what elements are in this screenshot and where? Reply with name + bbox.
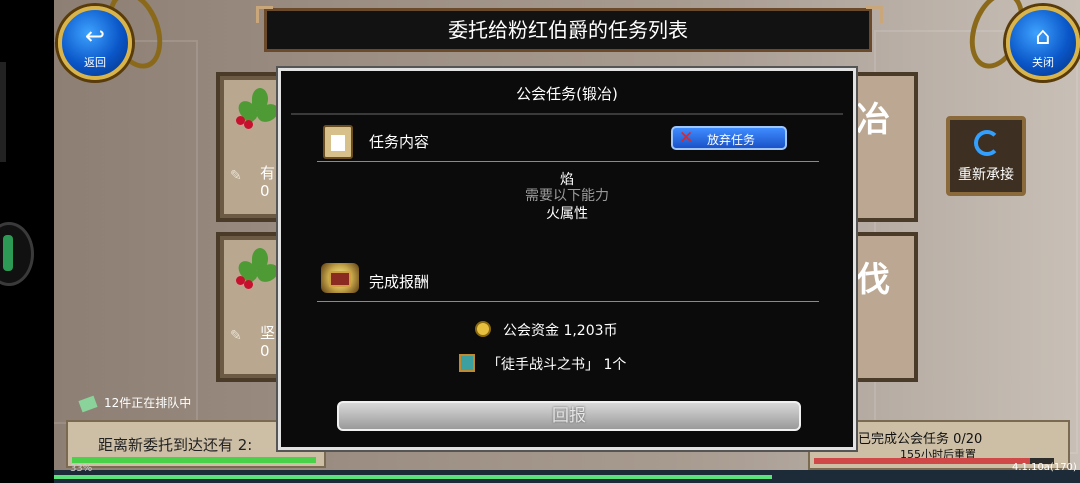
wall-panel [54,40,198,424]
next-request-text: 距离新委托到达还有 2: [98,436,253,454]
side-badge-icon[interactable] [0,222,34,286]
abandon-task-button[interactable]: ✕ 放弃任务 [671,126,787,150]
experience-percent: 33% [70,463,93,474]
treasure-chest-icon [321,263,359,293]
version-label: 4.1.10a(170) [1012,462,1077,473]
guild-task-dialog: 公会任务(锻冶) 任务内容 ✕ 放弃任务 焰 需要以下能力 火属性 完成报酬 公… [278,68,856,450]
feather-icon: ✎ [230,168,242,184]
task-card-text: 坚 0 [260,324,276,360]
left-system-bar [0,0,54,483]
page-title-bar: 委托给粉红伯爵的任务列表 [264,8,872,52]
dialog-title-divider [291,113,843,115]
report-button[interactable]: 回报 [337,401,801,431]
back-arrow-icon: ↩ [84,22,106,50]
close-button[interactable]: ⌂ 关闭 [1006,6,1080,80]
ticket-icon [78,395,98,412]
abandon-label: 放弃任务 [707,133,756,147]
book-icon [459,354,475,372]
task-card-right[interactable]: 冶 [848,72,918,222]
page-title: 委托给粉红伯爵的任务列表 [448,18,688,42]
requirement-label: 需要以下能力 [525,188,609,204]
reaccept-button[interactable]: 重新承接 [946,116,1026,196]
section-task-content: 任务内容 [369,133,430,151]
home-icon: ⌂ [1035,22,1051,50]
experience-bar [54,470,1080,483]
herb-icon [234,88,282,129]
timer-gauge [72,457,316,463]
section-reward: 完成报酬 [369,273,430,291]
clipboard-icon [323,125,353,159]
feather-icon: ✎ [230,328,242,344]
task-card-title-fragment: 冶 [856,100,890,140]
section-divider [317,301,819,302]
task-card-right[interactable]: 伐 [848,232,918,382]
left-edge-line [0,62,6,162]
queue-info: 12件正在排队中 [78,394,192,412]
reward-guild-funds: 公会资金 1,203币 [503,323,618,339]
report-label: 回报 [552,406,586,426]
title-corner-ornament [866,6,883,23]
refresh-icon [974,130,1000,156]
back-label: 返回 [84,56,106,69]
cross-icon: ✕ [679,128,694,148]
close-label: 关闭 [1032,56,1054,69]
completed-count-text: 已完成公会任务 0/20 [858,432,983,447]
coins-icon [475,321,491,337]
back-button[interactable]: ↩ 返回 [58,6,132,80]
reaccept-label: 重新承接 [958,167,1014,183]
title-corner-ornament [256,6,273,23]
task-card-title-fragment: 伐 [856,260,890,300]
reward-book: 「徒手战斗之书」 1个 [487,357,627,373]
section-divider [317,161,819,162]
dialog-title: 公会任务(锻冶) [516,85,618,103]
task-card-text: 有 0 [260,164,276,200]
herb-icon [234,248,282,289]
queue-text: 12件正在排队中 [104,396,192,410]
requirement-value: 火属性 [546,206,588,222]
